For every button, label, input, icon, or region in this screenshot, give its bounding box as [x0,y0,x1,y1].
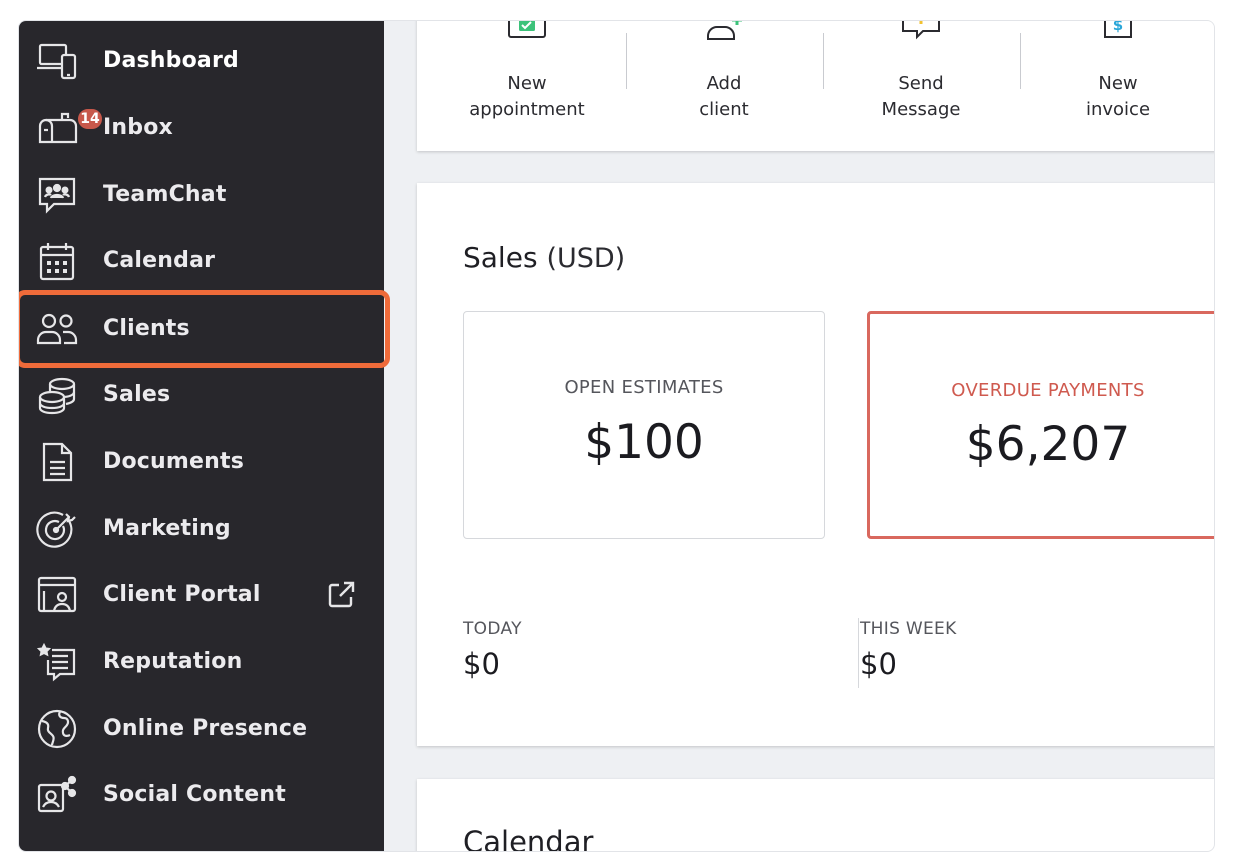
sidebar-item-label: Online Presence [103,716,308,741]
dashboard-devices-icon [35,41,79,81]
open-estimates-tile[interactable]: OPEN ESTIMATES $100 [463,311,825,539]
sidebar-item-sales[interactable]: Sales [19,361,384,428]
star-review-icon [35,642,79,682]
globe-icon [35,709,79,749]
sidebar-item-label: TeamChat [103,182,227,207]
add-client-button[interactable]: Add client [626,21,822,151]
quick-actions-card: Newappointment Addclient SendMessage [417,20,1214,151]
add-user-icon [707,21,742,40]
quick-action-label: Add client [699,73,749,120]
this-week-summary: THIS WEEK $0 [860,619,957,681]
period-label: THIS WEEK [860,619,957,639]
send-message-button[interactable]: Send Message [823,21,1019,151]
quick-action-label: New appointment [469,73,585,120]
sidebar-item-social-content[interactable]: Social Content [19,761,384,828]
new-appointment-button[interactable]: New appointment [429,21,625,151]
calendar-title: Calendar [463,825,594,852]
sidebar-item-label: Inbox [103,115,173,140]
sidebar-item-label: Marketing [103,516,231,541]
sidebar-item-label: Reputation [103,649,243,674]
coins-icon [35,375,79,415]
calendar-icon [35,241,79,281]
sidebar-item-label: Documents [103,449,244,474]
overdue-payments-tile[interactable]: OVERDUE PAYMENTS $6,207 [867,311,1214,539]
sales-title: Sales (USD) [463,241,626,274]
stat-value: $6,207 [965,417,1131,472]
message-bubble-icon [902,21,940,40]
app-window: Dashboard 14 Inbox TeamChat Calendar Cli… [18,20,1215,852]
sales-card: Sales (USD) OPEN ESTIMATES $100 OVERDUE … [417,183,1214,746]
sidebar-item-label: Social Content [103,782,286,807]
sidebar-item-clients[interactable]: Clients [19,295,384,362]
unread-count-badge: 14 [76,106,104,131]
period-value: $0 [860,647,897,681]
main-content: Newappointment Addclient SendMessage [384,20,1214,852]
clients-icon [35,309,79,349]
divider [858,618,859,688]
sidebar-item-client-portal[interactable]: Client Portal [19,561,384,628]
quick-action-label: Send Message [881,73,961,120]
sidebar-item-label: Clients [103,316,190,341]
sidebar-item-dashboard[interactable]: Dashboard [19,27,384,94]
document-icon [35,442,79,482]
mailbox-icon: 14 [35,106,104,148]
portal-icon [35,575,79,615]
sidebar-item-marketing[interactable]: Marketing [19,495,384,562]
stat-value: $100 [584,415,704,470]
sidebar: Dashboard 14 Inbox TeamChat Calendar Cli… [19,21,390,851]
sidebar-item-calendar[interactable]: Calendar [19,227,384,294]
sidebar-item-reputation[interactable]: Reputation [19,628,384,695]
social-content-icon [35,775,79,815]
sidebar-item-documents[interactable]: Documents [19,428,384,495]
stat-label: OPEN ESTIMATES [564,377,724,398]
stat-label: OVERDUE PAYMENTS [951,380,1145,401]
new-invoice-button[interactable]: $ New invoice [1020,20,1214,151]
sidebar-item-inbox[interactable]: 14 Inbox [19,94,384,161]
team-chat-icon [35,175,79,215]
external-link-icon[interactable] [326,580,356,610]
sidebar-item-teamchat[interactable]: TeamChat [19,161,384,228]
quick-action-label: New invoice [1085,73,1151,120]
calendar-card: Calendar [417,779,1214,852]
period-label: TODAY [463,619,522,639]
target-icon [35,509,79,549]
calendar-check-icon [508,21,546,38]
today-summary: TODAY $0 [463,619,522,681]
svg-text:$: $ [1113,20,1123,34]
sidebar-item-online-presence[interactable]: Online Presence [19,695,384,762]
sidebar-item-label: Sales [103,382,171,407]
sidebar-item-label: Calendar [103,248,216,273]
sidebar-item-label: Dashboard [103,48,239,73]
invoice-dollar-icon: $ [1104,20,1132,38]
period-value: $0 [463,647,500,681]
sidebar-item-label: Client Portal [103,582,261,607]
